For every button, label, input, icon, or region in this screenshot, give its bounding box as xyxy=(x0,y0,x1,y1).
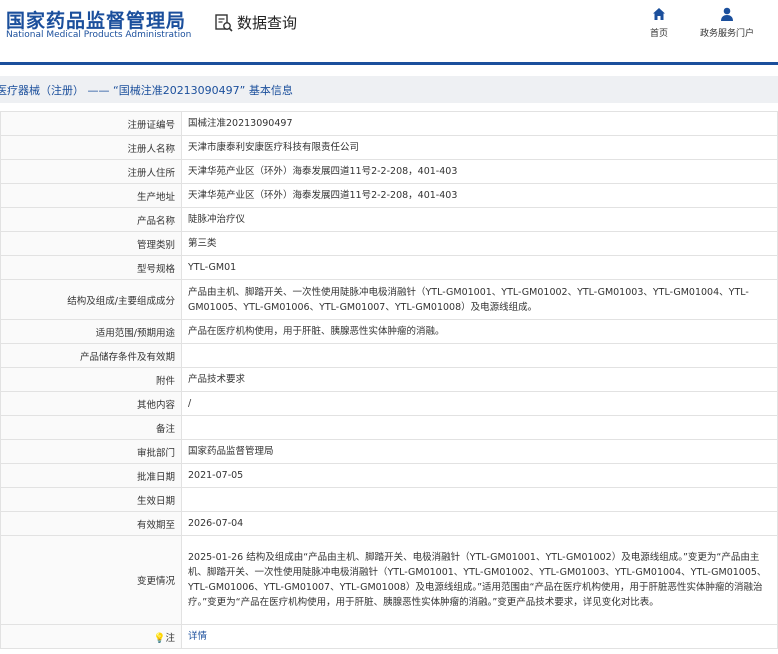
nav-home[interactable]: 首页 xyxy=(650,6,668,39)
field-value: YTL-GM01 xyxy=(181,255,778,280)
table-row: 批准日期 2021-07-05 xyxy=(0,463,778,488)
field-value: 天津华苑产业区（环外）海泰发展四道11号2-2-208，401-403 xyxy=(181,159,778,184)
field-label: 生效日期 xyxy=(0,487,182,512)
field-label: 注册人住所 xyxy=(0,159,182,184)
field-label: 型号规格 xyxy=(0,255,182,280)
field-label: 附件 xyxy=(0,367,182,392)
field-label: 审批部门 xyxy=(0,439,182,464)
field-label: 生产地址 xyxy=(0,183,182,208)
field-label: 管理类别 xyxy=(0,231,182,256)
user-icon xyxy=(721,7,733,21)
data-query-label: 数据查询 xyxy=(237,14,298,32)
field-value xyxy=(181,415,778,440)
document-search-icon xyxy=(215,13,233,32)
field-label: 批准日期 xyxy=(0,463,182,488)
header: 国家药品监督管理局 National Medical Products Admi… xyxy=(0,0,778,62)
details-link[interactable]: 详情 xyxy=(188,631,207,642)
nav-portal-label: 政务服务门户 xyxy=(700,29,755,39)
field-label: 产品储存条件及有效期 xyxy=(0,343,182,368)
home-icon xyxy=(653,8,665,20)
field-value: / xyxy=(181,391,778,416)
field-value: 国械注准20213090497 xyxy=(181,111,778,136)
table-row: 其他内容 / xyxy=(0,391,778,416)
field-value: 天津市康泰利安康医疗科技有限责任公司 xyxy=(181,135,778,160)
field-value: 2025-01-26 结构及组成由“产品由主机、脚踏开关、电极消融针（YTL-G… xyxy=(181,535,778,625)
data-query-link[interactable]: 数据查询 xyxy=(214,12,297,33)
field-value: 2026-07-04 xyxy=(181,511,778,536)
note-label: 注 xyxy=(165,632,175,644)
detail-table: 注册证编号 国械注准20213090497 注册人名称 天津市康泰利安康医疗科技有限责… xyxy=(0,111,778,649)
nav-service-portal[interactable]: 政务服务门户 xyxy=(700,6,754,39)
table-row: 生产地址 天津华苑产业区（环外）海泰发展四道11号2-2-208，401-403 xyxy=(0,183,778,208)
table-row: 注册证编号 国械注准20213090497 xyxy=(0,111,778,136)
table-row: 管理类别 第三类 xyxy=(0,231,778,256)
field-label: 其他内容 xyxy=(0,391,182,416)
field-value: 陡脉冲治疗仪 xyxy=(181,207,778,232)
field-label: 注册人名称 xyxy=(0,135,182,160)
field-value: 国家药品监督管理局 xyxy=(181,439,778,464)
field-label: 有效期至 xyxy=(0,511,182,536)
field-value: 天津华苑产业区（环外）海泰发展四道11号2-2-208，401-403 xyxy=(181,183,778,208)
table-row: 型号规格 YTL-GM01 xyxy=(0,255,778,280)
table-row: 变更情况 2025-01-26 结构及组成由“产品由主机、脚踏开关、电极消融针（Y… xyxy=(0,535,778,625)
header-divider xyxy=(0,62,778,65)
note-value-cell: 详情 xyxy=(181,624,778,649)
field-label: 适用范围/预期用途 xyxy=(0,319,182,344)
breadcrumb: 医疗器械（注册） —— “国械注准20213090497” 基本信息 xyxy=(0,84,293,97)
field-value xyxy=(181,343,778,368)
table-row: 适用范围/预期用途 产品在医疗机构使用，用于肝脏、胰腺恶性实体肿瘤的消融。 xyxy=(0,319,778,344)
field-label: 备注 xyxy=(0,415,182,440)
table-row: 注册人名称 天津市康泰利安康医疗科技有限责任公司 xyxy=(0,135,778,160)
table-row: 审批部门 国家药品监督管理局 xyxy=(0,439,778,464)
table-row: 备注 xyxy=(0,415,778,440)
field-value xyxy=(181,487,778,512)
logo-subtitle: National Medical Products Administration xyxy=(6,30,192,40)
table-row: 产品储存条件及有效期 xyxy=(0,343,778,368)
breadcrumb-bar: 医疗器械（注册） —— “国械注准20213090497” 基本信息 xyxy=(0,76,778,103)
table-row: 注册人住所 天津华苑产业区（环外）海泰发展四道11号2-2-208，401-403 xyxy=(0,159,778,184)
field-label: 产品名称 xyxy=(0,207,182,232)
table-row: 结构及组成/主要组成成分 产品由主机、脚踏开关、一次性使用陡脉冲电极消融针（YTL… xyxy=(0,279,778,320)
field-value: 产品技术要求 xyxy=(181,367,778,392)
lightbulb-icon: 💡 xyxy=(153,632,166,644)
table-row-note: 💡注 详情 xyxy=(0,624,778,649)
note-label-cell: 💡注 xyxy=(0,624,182,649)
nav-home-label: 首页 xyxy=(650,29,669,39)
table-row: 附件 产品技术要求 xyxy=(0,367,778,392)
field-value: 第三类 xyxy=(181,231,778,256)
table-row: 产品名称 陡脉冲治疗仪 xyxy=(0,207,778,232)
field-label: 结构及组成/主要组成成分 xyxy=(0,279,182,320)
field-value: 产品由主机、脚踏开关、一次性使用陡脉冲电极消融针（YTL-GM01001、YTL… xyxy=(181,279,778,320)
logo-title[interactable]: 国家药品监督管理局 xyxy=(6,6,186,33)
field-label: 变更情况 xyxy=(0,535,182,625)
field-label: 注册证编号 xyxy=(0,111,182,136)
table-row: 生效日期 xyxy=(0,487,778,512)
field-value: 产品在医疗机构使用，用于肝脏、胰腺恶性实体肿瘤的消融。 xyxy=(181,319,778,344)
table-row: 有效期至 2026-07-04 xyxy=(0,511,778,536)
field-value: 2021-07-05 xyxy=(181,463,778,488)
